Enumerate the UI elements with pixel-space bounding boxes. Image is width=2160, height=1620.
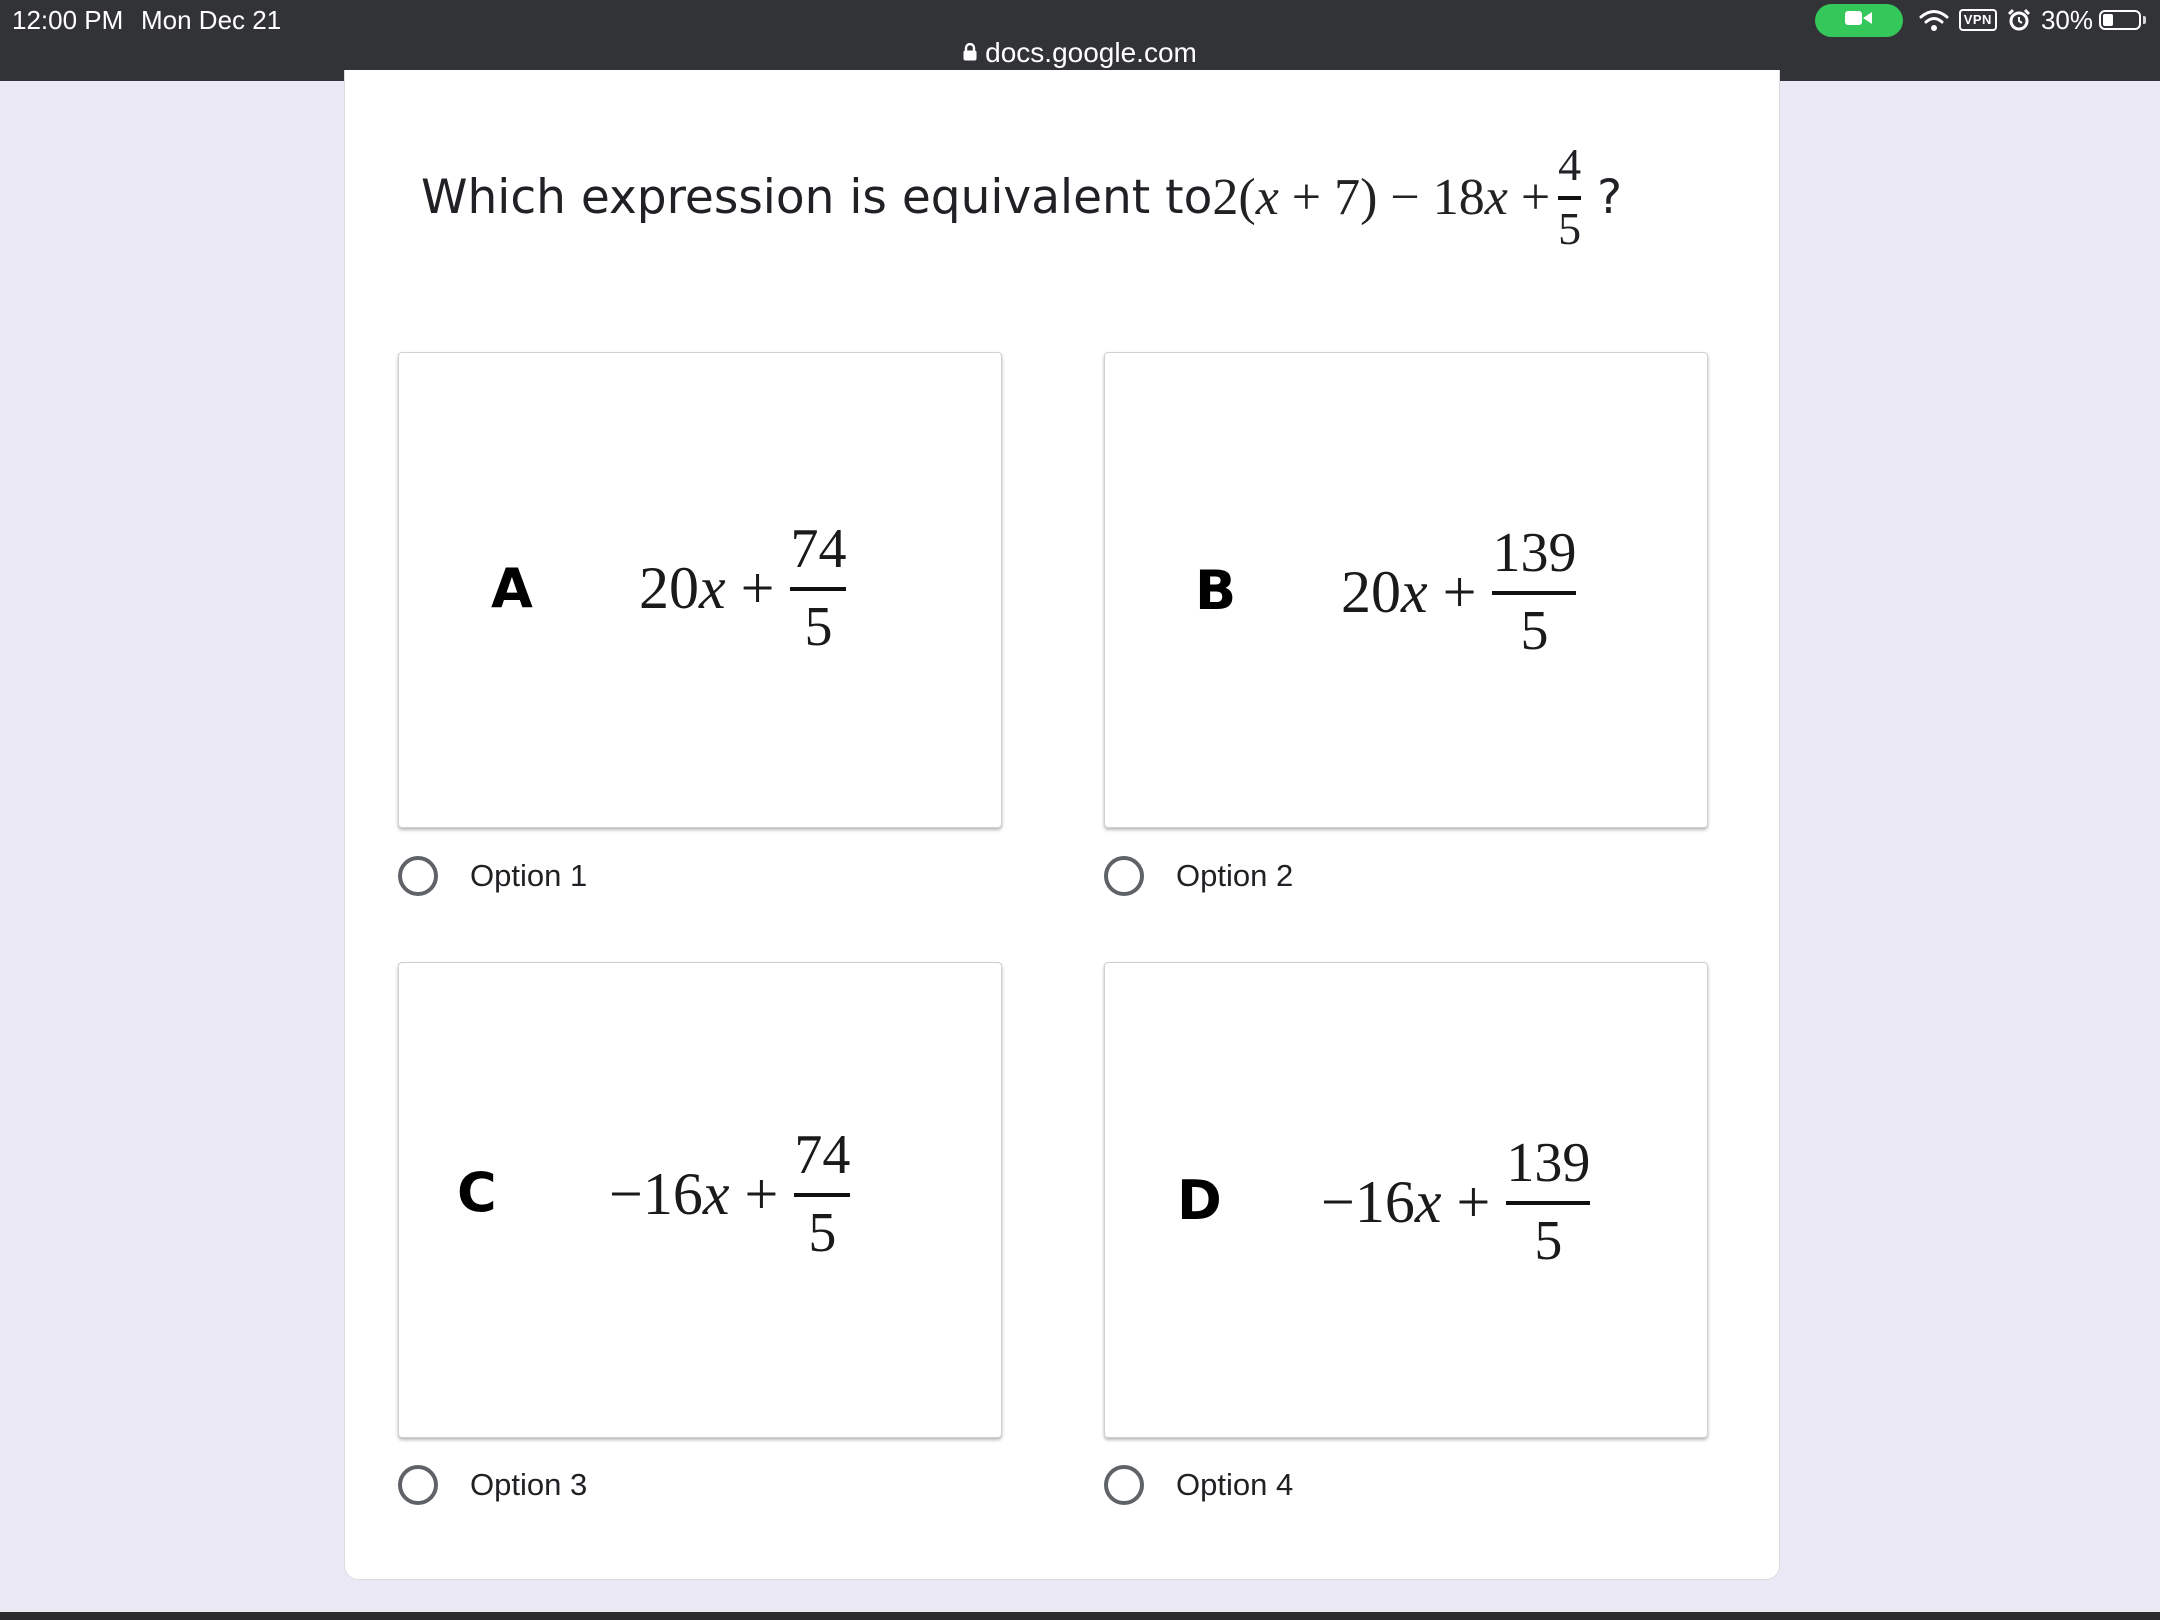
option-4-radio[interactable] <box>1104 1465 1144 1505</box>
expr-operator: + <box>1427 558 1477 625</box>
fraction-denominator: 5 <box>1520 600 1549 662</box>
address-bar[interactable]: docs.google.com <box>0 36 2160 72</box>
option-fraction: 139 5 <box>1492 522 1577 662</box>
fraction-denominator: 5 <box>804 596 833 658</box>
option-1-image: A 20 x + 74 5 <box>398 352 1002 828</box>
option-expression: −16 x + 74 5 <box>609 1127 858 1261</box>
fraction-bar <box>1506 1201 1591 1205</box>
fraction-numerator: 139 <box>1492 522 1577 584</box>
wifi-icon <box>1919 8 1949 32</box>
option-fraction: 74 5 <box>790 518 847 658</box>
expr-operator: + <box>725 554 775 621</box>
fraction-numerator: 4 <box>1558 139 1582 190</box>
question-mark: ? <box>1597 169 1623 225</box>
option-4-label[interactable]: Option 4 <box>1176 1465 1293 1505</box>
fraction-bar <box>1492 591 1577 595</box>
expr-variable: x <box>1484 168 1508 226</box>
fraction-numerator: 74 <box>794 1124 851 1186</box>
option-letter: C <box>457 1161 497 1224</box>
option-letter: B <box>1195 559 1237 622</box>
expr-part: 2( <box>1212 168 1256 226</box>
expr-coefficient: 20 <box>639 554 699 621</box>
battery-percentage: 30% <box>2040 4 2093 35</box>
fraction-bar <box>790 587 847 591</box>
url-text: docs.google.com <box>985 37 1197 68</box>
option-2-label[interactable]: Option 2 <box>1176 856 1293 896</box>
option-1-label[interactable]: Option 1 <box>470 856 587 896</box>
status-time: 12:00 PM <box>12 5 124 35</box>
vpn-icon: VPN <box>1958 9 1997 31</box>
expr-variable: x <box>1414 1168 1442 1235</box>
browser-status-bar: 12:00 PM Mon Dec 21 VPN 30% docs.google.… <box>0 0 2160 81</box>
fraction-denominator: 5 <box>1558 203 1582 254</box>
question-fraction: 4 5 <box>1558 139 1582 254</box>
question-expression: 2(x + 7) − 18x + <box>1212 168 1550 227</box>
fraction-numerator: 74 <box>790 518 847 580</box>
question-title: Which expression is equivalent to 2(x + … <box>421 132 1622 262</box>
option-fraction: 139 5 <box>1506 1132 1591 1272</box>
option-2-radio[interactable] <box>1104 856 1144 896</box>
expr-coefficient: −16 <box>1321 1168 1415 1235</box>
fraction-bar <box>794 1193 851 1197</box>
option-4-image: D −16 x + 139 5 <box>1104 962 1708 1438</box>
option-letter: D <box>1177 1169 1222 1232</box>
option-3-image: C −16 x + 74 5 <box>398 962 1002 1438</box>
battery-tip <box>2143 16 2146 24</box>
status-date: Mon Dec 21 <box>141 5 282 35</box>
expr-operator: + <box>729 1160 779 1227</box>
battery-icon <box>2099 10 2141 30</box>
option-fraction: 74 5 <box>794 1124 851 1264</box>
option-expression: 20 x + 139 5 <box>1341 525 1584 659</box>
expr-operator: + <box>1441 1168 1491 1235</box>
fraction-bar <box>1558 196 1582 200</box>
expr-variable: x <box>699 554 726 621</box>
expr-coefficient: −16 <box>609 1160 703 1227</box>
expr-variable: x <box>1255 168 1279 226</box>
option-expression: −16 x + 139 5 <box>1321 1135 1598 1269</box>
option-1-radio[interactable] <box>398 856 438 896</box>
option-letter: A <box>491 557 533 620</box>
fraction-denominator: 5 <box>808 1202 837 1264</box>
video-camera-icon <box>1844 9 1874 32</box>
camera-in-use-indicator[interactable] <box>1814 3 1903 37</box>
expr-coefficient: 20 <box>1341 558 1401 625</box>
fraction-denominator: 5 <box>1534 1210 1563 1272</box>
option-3-radio[interactable] <box>398 1465 438 1505</box>
lock-icon <box>963 35 977 69</box>
alarm-clock-icon <box>2007 8 2031 32</box>
expr-part: + <box>1507 168 1551 226</box>
fraction-numerator: 139 <box>1506 1132 1591 1194</box>
battery-level <box>2103 14 2113 26</box>
option-2-image: B 20 x + 139 5 <box>1104 352 1708 828</box>
bottom-edge <box>0 1612 2160 1620</box>
option-3-label[interactable]: Option 3 <box>470 1465 587 1505</box>
expr-part: + 7) − 18 <box>1278 168 1485 226</box>
status-icons: VPN 30% <box>1814 3 2146 37</box>
expr-variable: x <box>702 1160 730 1227</box>
option-expression: 20 x + 74 5 <box>639 521 854 655</box>
expr-variable: x <box>1401 558 1428 625</box>
question-prefix: Which expression is equivalent to <box>421 169 1213 225</box>
